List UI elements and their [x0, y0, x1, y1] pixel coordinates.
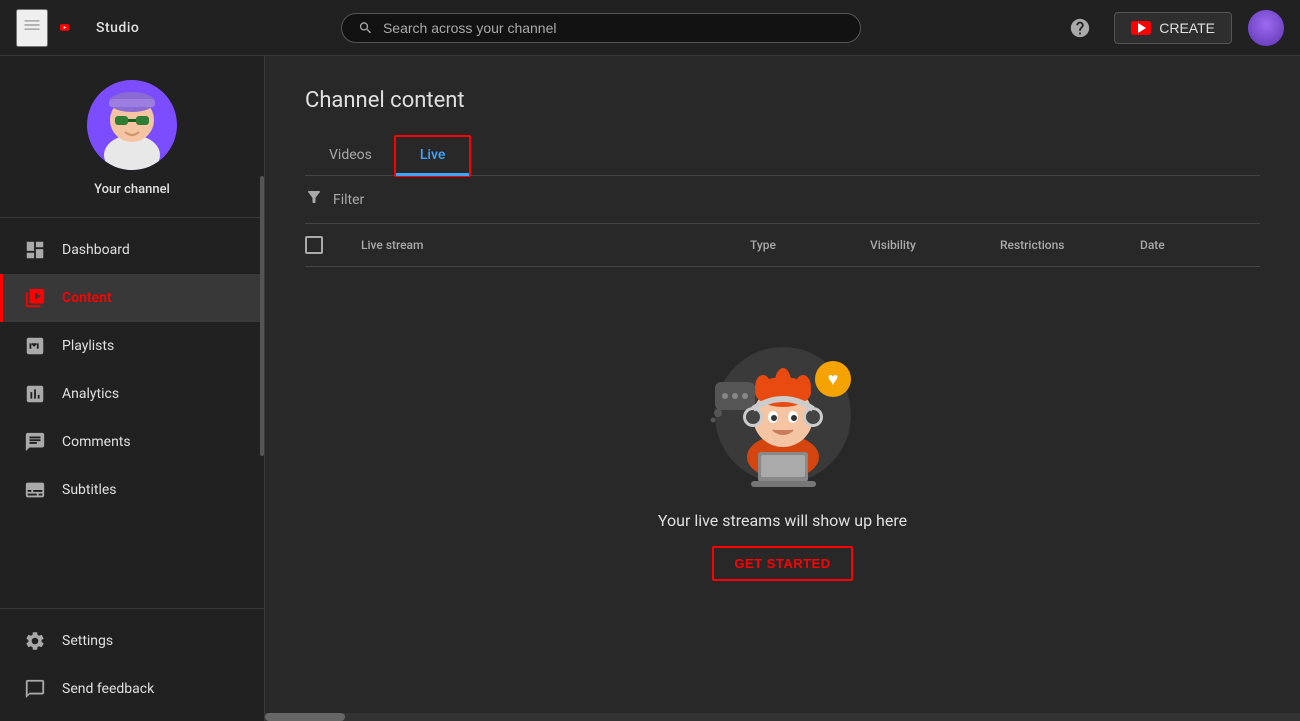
- settings-icon: [24, 630, 46, 652]
- tabs: Videos Live: [305, 137, 1260, 176]
- feedback-label: Send feedback: [62, 681, 154, 697]
- tab-live[interactable]: Live: [396, 137, 469, 175]
- youtube-logo-icon: [60, 17, 90, 38]
- sidebar-item-dashboard[interactable]: Dashboard: [0, 226, 264, 274]
- table-header: Live stream Type Visibility Restrictions…: [305, 224, 1260, 267]
- comments-icon: [24, 431, 46, 453]
- sidebar-item-playlists[interactable]: Playlists: [0, 322, 264, 370]
- sidebar: Your channel Dashboard Content: [0, 56, 265, 721]
- sidebar-item-content[interactable]: Content: [0, 274, 264, 322]
- empty-illustration-svg: ♥: [703, 327, 863, 487]
- create-label: CREATE: [1159, 20, 1215, 36]
- col-stream-header: Live stream: [353, 238, 750, 252]
- analytics-icon: [24, 383, 46, 405]
- col-visibility-header: Visibility: [870, 238, 1000, 252]
- dashboard-label: Dashboard: [62, 242, 130, 258]
- select-all-checkbox[interactable]: [305, 236, 323, 254]
- comments-label: Comments: [62, 434, 131, 450]
- logo-container[interactable]: Studio: [60, 17, 139, 38]
- create-button[interactable]: CREATE: [1114, 12, 1232, 44]
- scroll-indicator: [260, 176, 264, 456]
- filter-bar[interactable]: Filter: [305, 176, 1260, 224]
- topnav: Studio CREATE: [0, 0, 1300, 56]
- tab-videos[interactable]: Videos: [305, 137, 396, 175]
- search-bar: [139, 13, 1062, 43]
- sidebar-item-comments[interactable]: Comments: [0, 418, 264, 466]
- playlists-icon: [24, 335, 46, 357]
- content-icon: [24, 287, 46, 309]
- col-date-header: Date: [1140, 238, 1260, 252]
- empty-illustration: ♥: [703, 327, 863, 487]
- get-started-label: GET STARTED: [734, 556, 830, 571]
- col-restrictions-header: Restrictions: [1000, 238, 1140, 252]
- subtitles-icon: [24, 479, 46, 501]
- filter-label: Filter: [333, 192, 364, 208]
- sidebar-item-subtitles[interactable]: Subtitles: [0, 466, 264, 514]
- dashboard-icon: [24, 239, 46, 261]
- studio-label: Studio: [96, 20, 139, 36]
- sidebar-item-analytics[interactable]: Analytics: [0, 370, 264, 418]
- horizontal-scrollbar[interactable]: [265, 713, 1300, 721]
- topnav-right: CREATE: [1062, 10, 1284, 46]
- avatar[interactable]: [1248, 10, 1284, 46]
- svg-text:♥: ♥: [827, 369, 838, 390]
- channel-avatar-svg: [87, 80, 177, 170]
- live-tab-label: Live: [420, 147, 445, 163]
- channel-avatar[interactable]: [87, 80, 177, 170]
- topnav-left: Studio: [16, 9, 139, 47]
- empty-message: Your live streams will show up here: [658, 511, 907, 530]
- playlists-label: Playlists: [62, 338, 114, 354]
- sidebar-item-settings[interactable]: Settings: [0, 617, 264, 665]
- avatar-image: [1248, 10, 1284, 46]
- analytics-label: Analytics: [62, 386, 119, 402]
- search-container[interactable]: [341, 13, 861, 43]
- empty-state: ♥: [305, 267, 1260, 641]
- channel-section: Your channel: [0, 56, 264, 218]
- col-check: [305, 236, 353, 254]
- filter-icon: [305, 188, 323, 211]
- sidebar-item-feedback[interactable]: Send feedback: [0, 665, 264, 713]
- nav-items: Dashboard Content Playlists: [0, 218, 264, 522]
- feedback-icon: [24, 678, 46, 700]
- search-input[interactable]: [383, 20, 844, 36]
- content-label: Content: [62, 290, 112, 306]
- sidebar-bottom: Settings Send feedback: [0, 608, 264, 721]
- col-type-header: Type: [750, 238, 870, 252]
- search-icon: [358, 20, 373, 36]
- help-icon: [1069, 17, 1091, 39]
- videos-tab-label: Videos: [329, 147, 372, 163]
- create-video-icon: [1131, 21, 1151, 35]
- subtitles-label: Subtitles: [62, 482, 117, 498]
- channel-name: Your channel: [94, 182, 170, 197]
- hamburger-button[interactable]: [16, 9, 48, 47]
- get-started-button[interactable]: GET STARTED: [712, 546, 852, 581]
- settings-label: Settings: [62, 633, 113, 649]
- content-area: Channel content Videos Live Filter: [265, 56, 1300, 721]
- page-title: Channel content: [305, 88, 1260, 113]
- scrollbar-thumb[interactable]: [265, 713, 345, 721]
- main-layout: Your channel Dashboard Content: [0, 56, 1300, 721]
- help-button[interactable]: [1062, 10, 1098, 46]
